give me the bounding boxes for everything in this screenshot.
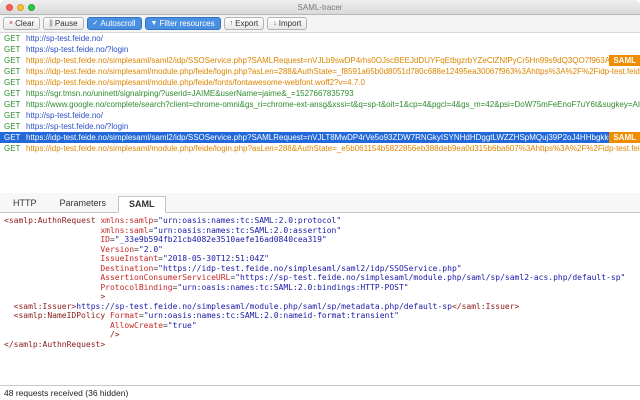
request-url: http://sp-test.feide.no/ xyxy=(26,111,103,120)
export-button[interactable]: ↑ Export xyxy=(223,17,265,30)
request-row[interactable]: GET http://sp-test.feide.no/ xyxy=(0,110,640,121)
request-method: GET xyxy=(4,111,21,120)
request-method: GET xyxy=(4,45,21,54)
xml-line: > xyxy=(100,292,106,301)
request-row[interactable]: GET https://idp-test.feide.no/simplesaml/… xyxy=(0,55,640,66)
titlebar: SAML-tracer xyxy=(0,0,640,15)
request-url: https://idp-test.feide.no/simplesaml/mod… xyxy=(26,78,365,87)
window-controls xyxy=(6,4,35,11)
xml-line: IssueInstant="2018-05-30T12:51:04Z" xyxy=(100,254,269,263)
window-title: SAML-tracer xyxy=(297,2,343,12)
xml-line: xmlns:saml="urn:oasis:names:tc:SAML:2.0:… xyxy=(100,225,342,235)
xml-line: Destination="https://idp-test.feide.no/s… xyxy=(100,263,462,273)
request-url: http://sp-test.feide.no/ xyxy=(26,34,103,43)
pause-button-label: Pause xyxy=(54,19,78,28)
xml-line: <samlp:AuthnRequest xmlns:samlp="urn:oas… xyxy=(4,216,342,225)
tab-parameters[interactable]: Parameters xyxy=(49,195,118,212)
saml-badge: SAML xyxy=(609,132,640,143)
request-method: GET xyxy=(4,89,21,98)
request-row[interactable]: GET https://sp-test.feide.no/?login xyxy=(0,44,640,55)
tab-bar: HTTP Parameters SAML xyxy=(0,193,640,213)
autoscroll-button-label: Autoscroll xyxy=(100,19,136,28)
toolbar: × Clear || Pause ✓ Autoscroll ▼ Filter resource… xyxy=(0,15,640,33)
xml-line: Version="2.0" xyxy=(100,244,163,254)
clear-button[interactable]: × Clear xyxy=(3,17,41,30)
import-button-label: Import xyxy=(278,19,302,28)
autoscroll-check-icon: ✓ xyxy=(92,20,99,27)
request-method: GET xyxy=(4,67,21,76)
saml-tracer-window: SAML-tracer × Clear || Pause ✓ Autoscroll ▼ Fil… xyxy=(0,0,640,400)
request-method: GET xyxy=(4,100,21,109)
request-row[interactable]: GET https://idp-test.feide.no/simplesaml/… xyxy=(0,132,640,143)
request-row[interactable]: GET https://idp-test.feide.no/simplesaml/… xyxy=(0,77,640,88)
request-url: https://idp-test.feide.no/simplesaml/mod… xyxy=(26,144,640,153)
xml-line: AllowCreate="true" xyxy=(109,320,197,330)
autoscroll-button[interactable]: ✓ Autoscroll xyxy=(86,17,142,30)
request-list: GET http://sp-test.feide.no/GET https://sp… xyxy=(0,33,640,193)
clear-icon: × xyxy=(9,20,14,27)
import-icon: ↓ xyxy=(273,20,277,27)
request-url: https://sp-test.feide.no/?login xyxy=(26,122,129,131)
minimize-button[interactable] xyxy=(17,4,24,11)
request-method: GET xyxy=(4,78,21,87)
request-url: https://sp-test.feide.no/?login xyxy=(26,45,129,54)
request-row[interactable]: GET https://sp-test.feide.no/?login xyxy=(0,121,640,132)
filter-resources-button[interactable]: ▼ Filter resources xyxy=(144,17,221,30)
request-row[interactable]: GET https://sgr.tmsn.no/uninett/signalrpi… xyxy=(0,88,640,99)
tab-saml[interactable]: SAML xyxy=(118,196,166,213)
export-button-label: Export xyxy=(235,19,259,28)
xml-line: ProtocolBinding="urn:oasis:names:tc:SAML… xyxy=(100,282,409,292)
request-row[interactable]: GET https://idp-test.feide.no/simplesaml/… xyxy=(0,66,640,77)
saml-xml-view: <samlp:AuthnRequest xmlns:samlp="urn:oas… xyxy=(0,213,640,385)
request-url: https://idp-test.feide.no/simplesaml/sam… xyxy=(26,56,610,65)
xml-line: AssertionConsumerServiceURL="https://sp-… xyxy=(100,273,626,282)
export-icon: ↑ xyxy=(229,20,234,27)
import-button[interactable]: ↓ Import xyxy=(267,17,308,30)
request-url: https://sgr.tmsn.no/uninett/signalrping/… xyxy=(26,89,354,98)
statusbar: 48 requests received (36 hidden) xyxy=(0,385,640,400)
request-url: https://idp-test.feide.no/simplesaml/sam… xyxy=(26,133,609,142)
close-button[interactable] xyxy=(6,4,13,11)
filter-icon: ▼ xyxy=(150,20,158,27)
xml-line: <samlp:NameIDPolicy Format="urn:oasis:na… xyxy=(13,311,399,320)
request-row[interactable]: GET https://idp-test.feide.no/simplesaml/… xyxy=(0,143,640,154)
zoom-button[interactable] xyxy=(28,4,35,11)
request-url: https://www.google.no/complete/search?cl… xyxy=(26,100,640,109)
request-method: GET xyxy=(4,144,21,153)
xml-line: ID="_33e9b594fb21cb4082e3510aefe16ad0840… xyxy=(100,235,327,244)
request-url: https://idp-test.feide.no/simplesaml/mod… xyxy=(26,67,640,76)
request-method: GET xyxy=(4,133,21,142)
xml-line: </samlp:AuthnRequest> xyxy=(4,339,106,349)
xml-line: <saml:Issuer>https://sp-test.feide.no/si… xyxy=(13,301,520,311)
tab-http[interactable]: HTTP xyxy=(2,195,48,212)
clear-button-label: Clear xyxy=(15,19,35,28)
request-method: GET xyxy=(4,34,21,43)
status-text: 48 requests received (36 hidden) xyxy=(4,388,129,398)
request-method: GET xyxy=(4,56,21,65)
filter-resources-button-label: Filter resources xyxy=(159,19,215,28)
request-row[interactable]: GET http://sp-test.feide.no/ xyxy=(0,33,640,44)
request-row[interactable]: GET https://www.google.no/complete/search… xyxy=(0,99,640,110)
request-method: GET xyxy=(4,122,21,131)
pause-button[interactable]: || Pause xyxy=(43,17,84,30)
saml-badge: SAML xyxy=(609,55,640,66)
pause-icon: || xyxy=(49,20,53,27)
xml-line: /> xyxy=(109,330,120,339)
